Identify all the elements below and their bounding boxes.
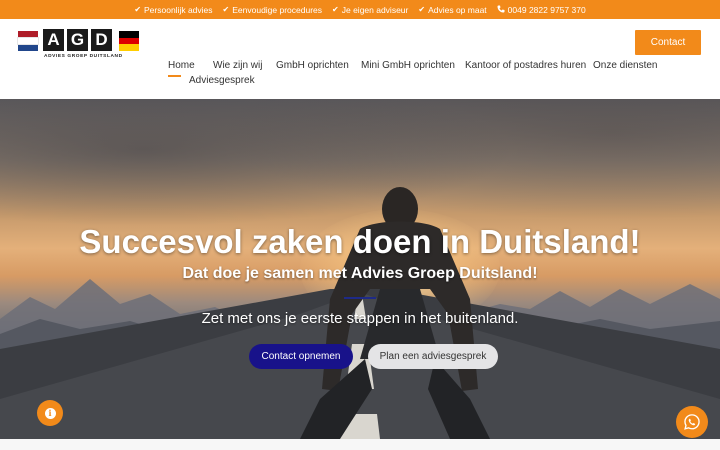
company-logo[interactable]: A G D ADVIES GROEP DUITSLAND [17, 29, 140, 69]
hero-tagline: Zet met ons je eerste stappen in het bui… [201, 310, 519, 327]
netherlands-flag-icon [17, 31, 39, 51]
topbar-item-label: Eenvoudige procedures [232, 4, 323, 15]
hero-subtitle: Dat doe je samen met Advies Groep Duitsl… [182, 265, 538, 282]
logo-letters: A G D [43, 29, 112, 51]
topbar-item: ✔ Advies op maat [418, 5, 486, 15]
nav-item-mini-gmbh-oprichten[interactable]: Mini GmbH oprichten [361, 60, 455, 71]
topbar-item: ✔ Persoonlijk advies [134, 5, 212, 15]
topbar-item-label: Je eigen adviseur [341, 4, 409, 15]
whatsapp-icon [684, 414, 700, 430]
logo-tagline: ADVIES GROEP DUITSLAND [44, 54, 123, 59]
topbar-item: ✔ Je eigen adviseur [332, 5, 408, 15]
phone-number[interactable]: 0049 2822 9757 370 [508, 5, 586, 15]
nav-item-kantoor-huren[interactable]: Kantoor of postadres huren [465, 60, 586, 71]
logo-letter: G [67, 29, 88, 51]
topbar-item-label: Persoonlijk advies [144, 4, 213, 15]
phone-icon [497, 5, 505, 15]
check-icon: ✔ [418, 4, 426, 14]
topbar-phone[interactable]: 0049 2822 9757 370 [497, 5, 586, 15]
logo-letter: D [91, 29, 112, 51]
nav-item-adviesgesprek[interactable]: Adviesgesprek [189, 75, 255, 86]
topbar-item: ✔ Eenvoudige procedures [223, 5, 323, 15]
check-icon: ✔ [222, 4, 230, 14]
site-header: A G D ADVIES GROEP DUITSLAND Contact Hom… [0, 19, 720, 99]
plan-adviesgesprek-button[interactable]: Plan een adviesgesprek [368, 344, 498, 369]
nav-item-onze-diensten[interactable]: Onze diensten [593, 60, 658, 71]
whatsapp-button[interactable] [676, 406, 708, 438]
nav-item-home[interactable]: Home [168, 60, 195, 77]
germany-flag-icon [119, 31, 139, 51]
hero-banner: Succesvol zaken doen in Duitsland! Dat d… [0, 99, 720, 439]
page-bottom-strip [0, 439, 720, 450]
contact-opnemen-button[interactable]: Contact opnemen [249, 344, 353, 369]
topbar-item-label: Advies op maat [428, 4, 487, 15]
check-icon: ✔ [134, 4, 142, 14]
check-icon: ✔ [332, 4, 339, 14]
logo-letter: A [43, 29, 64, 51]
hero-divider [344, 297, 376, 299]
info-icon: i [44, 407, 56, 419]
nav-item-gmbh-oprichten[interactable]: GmbH oprichten [276, 60, 349, 71]
nav-item-wie-zijn-wij[interactable]: Wie zijn wij [213, 60, 262, 71]
info-button[interactable]: i [37, 400, 63, 426]
top-info-bar: ✔ Persoonlijk advies ✔ Eenvoudige proced… [0, 0, 720, 19]
contact-button[interactable]: Contact [635, 30, 701, 55]
hero-title: Succesvol zaken doen in Duitsland! [79, 223, 641, 260]
